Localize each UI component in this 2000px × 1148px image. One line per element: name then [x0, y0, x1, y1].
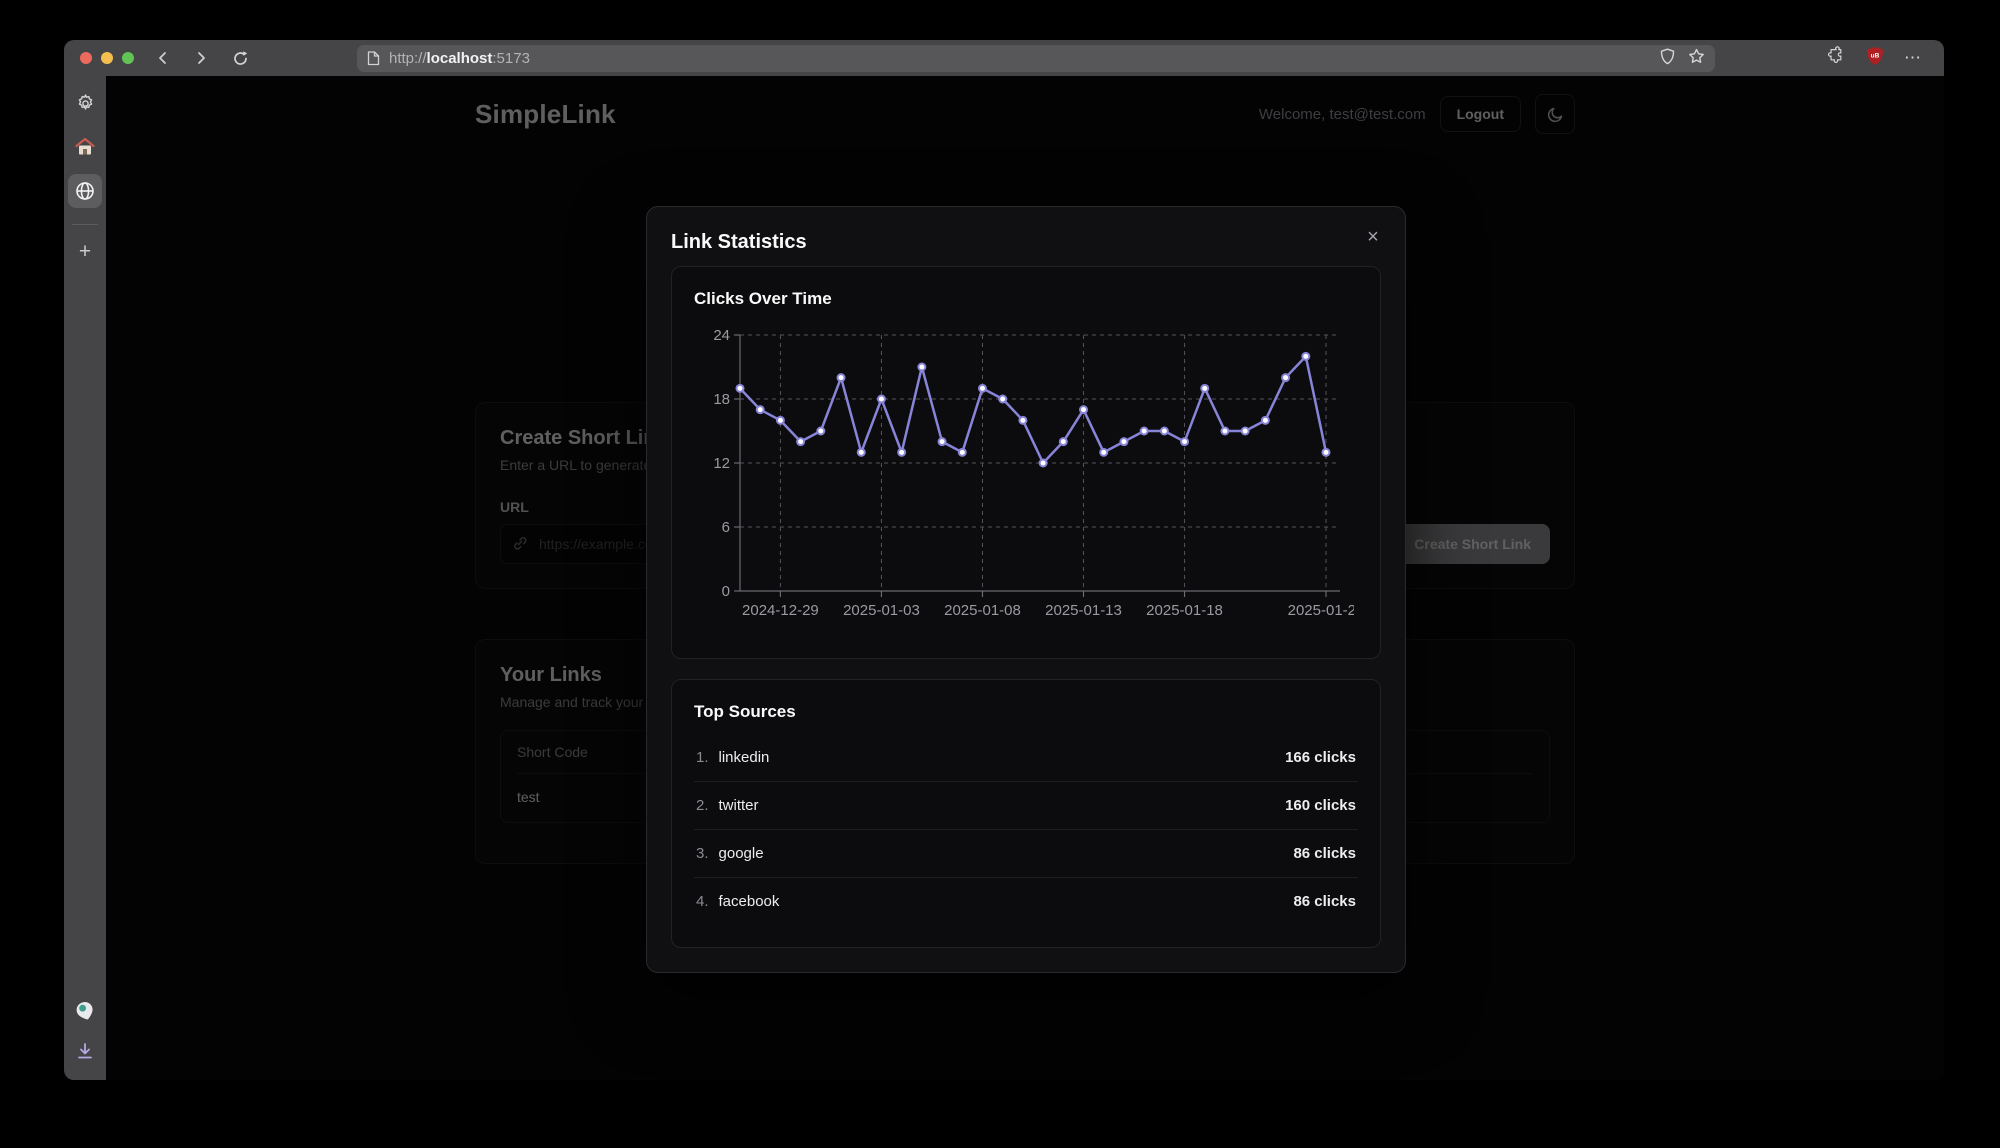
- forward-icon[interactable]: [194, 51, 208, 65]
- url-port: :5173: [492, 50, 530, 67]
- svg-text:2024-12-29: 2024-12-29: [742, 602, 819, 619]
- data-point: [1242, 428, 1249, 435]
- minimize-window-button[interactable]: [101, 52, 113, 64]
- data-point: [817, 428, 824, 435]
- sidebar-divider: [72, 224, 98, 225]
- data-point: [878, 396, 885, 403]
- browser-toolbar: http://localhost:5173 uB ⋯: [64, 40, 1944, 76]
- page-content: SimpleLink Welcome, test@test.com Logout…: [106, 76, 1944, 1080]
- new-tab-plus-icon[interactable]: +: [68, 235, 102, 269]
- extensions-icon[interactable]: [1827, 46, 1846, 70]
- clicks-chart-card: Clicks Over Time 0 6 12 18 24 2024-12-29 2025-…: [671, 266, 1381, 659]
- bookmark-star-icon[interactable]: [1688, 48, 1705, 69]
- active-tab-globe-icon[interactable]: [68, 174, 102, 208]
- data-point: [959, 449, 966, 456]
- data-point: [858, 449, 865, 456]
- source-row: 4. facebook 86 clicks: [694, 878, 1358, 925]
- modal-title: Link Statistics: [671, 231, 1381, 254]
- source-clicks: 86 clicks: [1293, 845, 1356, 862]
- data-point: [999, 396, 1006, 403]
- url-bar[interactable]: http://localhost:5173: [357, 45, 1715, 72]
- data-point: [757, 406, 764, 413]
- data-point: [1221, 428, 1228, 435]
- downloads-icon[interactable]: [75, 1041, 95, 1066]
- url-scheme: http://: [389, 50, 427, 67]
- data-point: [1080, 406, 1087, 413]
- source-rank: 2.: [696, 797, 709, 814]
- zoom-window-button[interactable]: [122, 52, 134, 64]
- source-row: 2. twitter 160 clicks: [694, 782, 1358, 830]
- link-statistics-modal: Link Statistics × Clicks Over Time 0 6 12 1…: [646, 206, 1406, 973]
- sources-list: 1. linkedin 166 clicks 2. twitter 160 clic…: [694, 734, 1358, 925]
- source-name: linkedin: [719, 749, 770, 766]
- ublock-icon[interactable]: uB: [1865, 46, 1885, 71]
- data-point: [737, 385, 744, 392]
- settings-gear-icon[interactable]: [68, 86, 102, 120]
- home-tab-icon[interactable]: [68, 130, 102, 164]
- source-name: google: [719, 845, 764, 862]
- data-point: [797, 438, 804, 445]
- data-point: [1302, 353, 1309, 360]
- svg-text:18: 18: [713, 391, 730, 408]
- nav-buttons: [156, 50, 249, 67]
- data-point: [918, 364, 925, 371]
- browser-sidebar: +: [64, 76, 106, 1080]
- shield-icon[interactable]: [1660, 48, 1675, 69]
- clicks-over-time-chart: 0 6 12 18 24 2024-12-29 2025-01-03 2025-01-08 20…: [694, 321, 1358, 636]
- menu-icon[interactable]: ⋯: [1904, 48, 1922, 68]
- data-point: [1120, 438, 1127, 445]
- browser-window: http://localhost:5173 uB ⋯ +: [64, 40, 1944, 1080]
- source-rank: 1.: [696, 749, 709, 766]
- data-point: [1040, 460, 1047, 467]
- close-window-button[interactable]: [80, 52, 92, 64]
- svg-text:0: 0: [722, 583, 730, 600]
- reload-icon[interactable]: [232, 50, 249, 67]
- workspace-pin-icon[interactable]: [74, 1000, 96, 1027]
- source-rank: 3.: [696, 845, 709, 862]
- url-host: localhost: [427, 50, 493, 67]
- svg-text:24: 24: [713, 327, 730, 344]
- data-point: [1201, 385, 1208, 392]
- source-name: facebook: [719, 893, 780, 910]
- data-point: [1181, 438, 1188, 445]
- data-point: [838, 374, 845, 381]
- source-clicks: 160 clicks: [1285, 797, 1356, 814]
- line-chart-svg: 0 6 12 18 24 2024-12-29 2025-01-03 2025-01-08 20…: [694, 321, 1354, 631]
- source-row: 1. linkedin 166 clicks: [694, 734, 1358, 782]
- data-point: [1060, 438, 1067, 445]
- source-name: twitter: [719, 797, 759, 814]
- data-point: [1282, 374, 1289, 381]
- data-point: [1141, 428, 1148, 435]
- data-point: [939, 438, 946, 445]
- page-icon: [367, 51, 380, 66]
- svg-text:2025-01-08: 2025-01-08: [944, 602, 1021, 619]
- svg-text:12: 12: [713, 455, 730, 472]
- svg-text:2025-01-03: 2025-01-03: [843, 602, 920, 619]
- back-icon[interactable]: [156, 51, 170, 65]
- data-point: [1019, 417, 1026, 424]
- source-clicks: 166 clicks: [1285, 749, 1356, 766]
- top-sources-card: Top Sources 1. linkedin 166 clicks 2. twit…: [671, 679, 1381, 948]
- data-point: [1100, 449, 1107, 456]
- svg-text:6: 6: [722, 519, 730, 536]
- chart-title: Clicks Over Time: [694, 289, 1358, 309]
- traffic-lights: [80, 52, 134, 64]
- source-rank: 4.: [696, 893, 709, 910]
- close-icon[interactable]: ×: [1359, 223, 1387, 251]
- source-clicks: 86 clicks: [1293, 893, 1356, 910]
- data-point: [777, 417, 784, 424]
- data-point: [898, 449, 905, 456]
- svg-text:uB: uB: [1871, 52, 1880, 59]
- data-point: [1323, 449, 1330, 456]
- sources-title: Top Sources: [694, 702, 1358, 722]
- data-point: [979, 385, 986, 392]
- toolbar-right: uB ⋯: [1827, 46, 1922, 71]
- svg-text:2025-01-13: 2025-01-13: [1045, 602, 1122, 619]
- data-point: [1161, 428, 1168, 435]
- data-point: [1262, 417, 1269, 424]
- svg-text:2025-01-25: 2025-01-25: [1288, 602, 1354, 619]
- source-row: 3. google 86 clicks: [694, 830, 1358, 878]
- svg-text:2025-01-18: 2025-01-18: [1146, 602, 1223, 619]
